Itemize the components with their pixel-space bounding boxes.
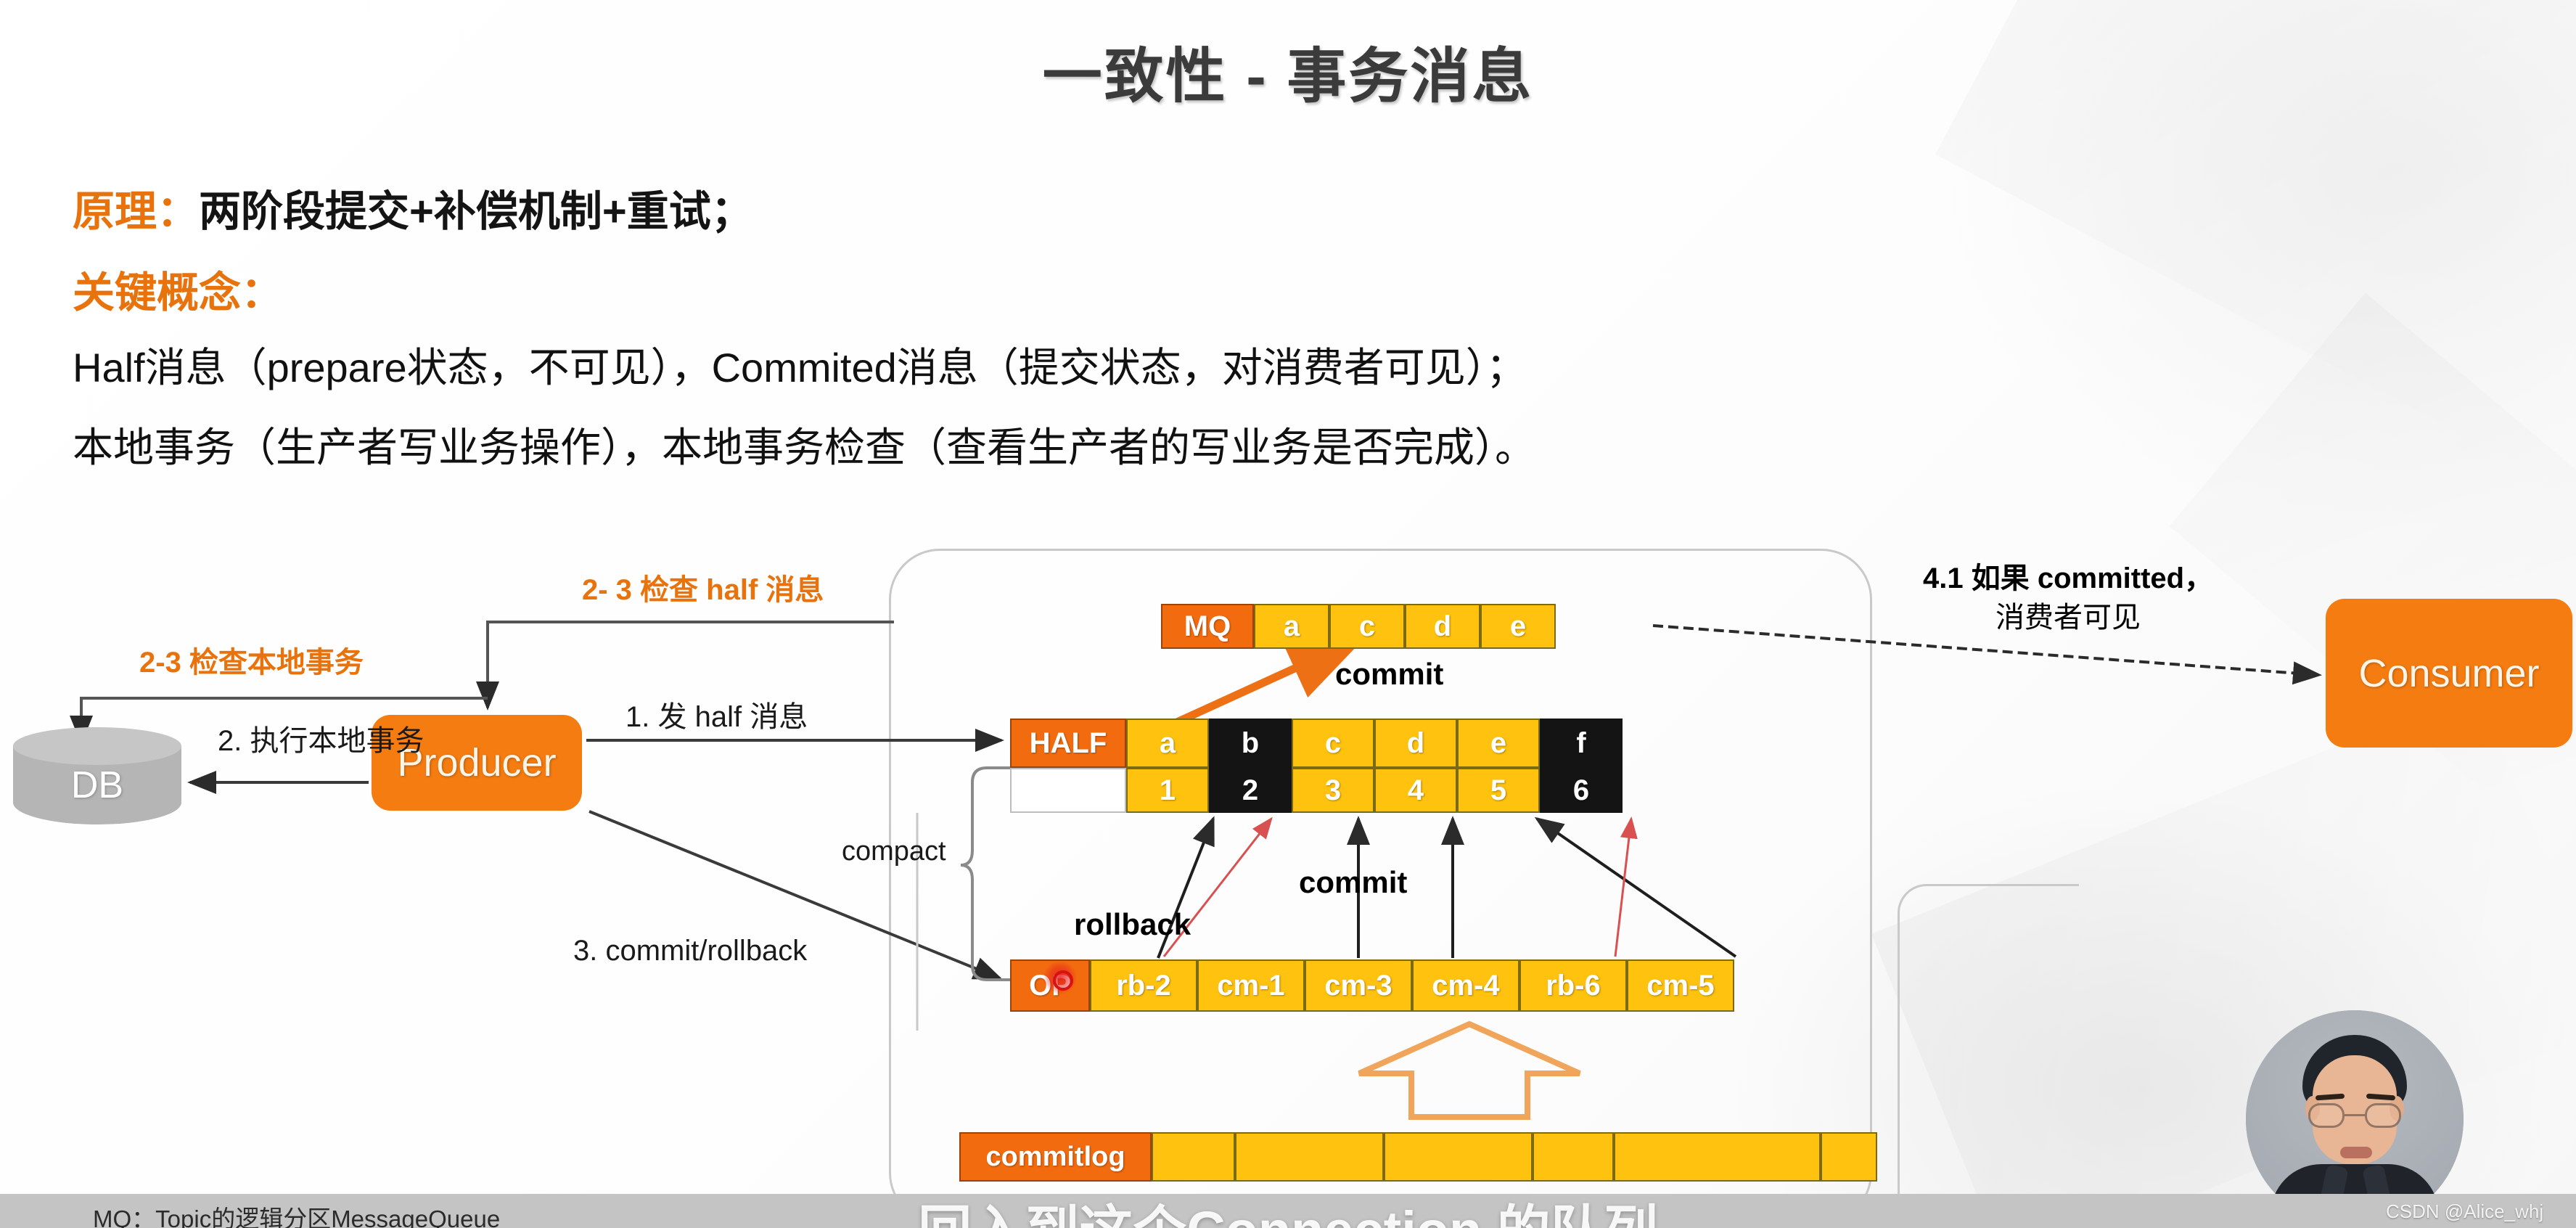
footer-note: MQ：Topic的逻辑分区MessageQueue bbox=[93, 1206, 501, 1228]
half-index-cell: 2 bbox=[1209, 768, 1292, 813]
database-node[interactable]: DB bbox=[13, 727, 181, 824]
op-cell[interactable]: rb-2 bbox=[1090, 959, 1197, 1012]
annotation-commit-rollback: 3. commit/rollback bbox=[573, 935, 808, 967]
commitlog-cell[interactable] bbox=[1533, 1132, 1614, 1182]
mq-cell[interactable]: d bbox=[1405, 604, 1480, 649]
half-cell[interactable]: d bbox=[1374, 719, 1457, 768]
op-cell[interactable]: cm-1 bbox=[1197, 959, 1305, 1012]
annotation-if-committed: 4.1 如果 committed， 消费者可见 bbox=[1923, 559, 2213, 637]
annotation-compact: compact bbox=[842, 836, 946, 867]
annotation-if-committed-line1: 4.1 如果 committed， bbox=[1923, 562, 2214, 594]
half-cell[interactable]: a bbox=[1126, 719, 1209, 768]
page-title: 一致性 - 事务消息 bbox=[1042, 44, 1534, 110]
annotation-check-local-transaction: 2-3 检查本地事务 bbox=[139, 647, 364, 679]
half-index-cell: 6 bbox=[1540, 768, 1623, 813]
op-cell[interactable]: cm-5 bbox=[1627, 959, 1734, 1012]
half-cell[interactable]: c bbox=[1292, 719, 1374, 768]
body-line-half-commited: Half消息（prepare状态，不可见），Commited消息（提交状态，对消… bbox=[73, 345, 1527, 390]
op-cell[interactable]: cm-4 bbox=[1412, 959, 1519, 1012]
half-index-spacer bbox=[1010, 768, 1126, 813]
body-line-local-tx: 本地事务（生产者写业务操作），本地事务检查（查看生产者的写业务是否完成）。 bbox=[73, 425, 1535, 470]
mq-bar-header: MQ bbox=[1161, 604, 1254, 649]
broker-boundary-box-secondary bbox=[1898, 884, 2079, 1225]
annotation-check-half-message: 2- 3 检查 half 消息 bbox=[582, 574, 824, 606]
commitlog-bar-header: commitlog bbox=[959, 1132, 1152, 1182]
glasses-icon bbox=[2308, 1103, 2401, 1128]
db-label: DB bbox=[70, 764, 124, 806]
half-index-cell: 4 bbox=[1374, 768, 1457, 813]
body-line-principle-text: 两阶段提交+补偿机制+重试； bbox=[199, 188, 753, 235]
body-line-principle: 原理：两阶段提交+补偿机制+重试； bbox=[73, 177, 753, 238]
mq-cell[interactable]: e bbox=[1480, 604, 1556, 649]
half-index-cell: 5 bbox=[1457, 768, 1540, 813]
consumer-node[interactable]: Consumer bbox=[2326, 599, 2572, 748]
watermark-label: CSDN @Alice_whj bbox=[2386, 1200, 2544, 1222]
mq-cell[interactable]: a bbox=[1254, 604, 1329, 649]
half-queue-bar: HALF a b c d e f 1 2 3 4 5 6 bbox=[1010, 719, 1623, 813]
half-cell[interactable]: b bbox=[1209, 719, 1292, 768]
op-queue-bar: OP rb-2 cm-1 cm-3 cm-4 rb-6 cm-5 bbox=[1010, 959, 1734, 1012]
mq-queue-bar: MQ a c d e bbox=[1161, 604, 1556, 649]
commitlog-cell[interactable] bbox=[1235, 1132, 1384, 1182]
half-cell[interactable]: f bbox=[1540, 719, 1623, 768]
half-bar-header: HALF bbox=[1010, 719, 1126, 768]
half-queue-labels-row: HALF a b c d e f bbox=[1010, 719, 1623, 768]
op-cell[interactable]: cm-3 bbox=[1305, 959, 1412, 1012]
annotation-commit-top: commit bbox=[1335, 657, 1444, 691]
half-cell[interactable]: e bbox=[1457, 719, 1540, 768]
half-index-cell: 1 bbox=[1126, 768, 1209, 813]
annotation-commit-middle: commit bbox=[1299, 865, 1408, 899]
annotation-execute-local-transaction: 2. 执行本地事务 bbox=[218, 725, 424, 757]
commitlog-up-arrow-icon bbox=[1358, 1020, 1581, 1120]
commitlog-cell[interactable] bbox=[1152, 1132, 1235, 1182]
op-cell[interactable]: rb-6 bbox=[1519, 959, 1627, 1012]
half-index-cell: 3 bbox=[1292, 768, 1374, 813]
commitlog-cell[interactable] bbox=[1821, 1132, 1877, 1182]
commitlog-cell[interactable] bbox=[1614, 1132, 1821, 1182]
mq-cell[interactable]: c bbox=[1329, 604, 1405, 649]
slide-canvas: 一致性 - 事务消息 原理：两阶段提交+补偿机制+重试； 关键概念： Half消… bbox=[0, 0, 2576, 1228]
annotation-send-half-message: 1. 发 half 消息 bbox=[625, 701, 808, 733]
annotation-if-committed-line2: 消费者可见 bbox=[1995, 602, 2141, 634]
db-cylinder-top bbox=[13, 727, 181, 765]
pip-mouth bbox=[2340, 1147, 2372, 1158]
annotation-rollback: rollback bbox=[1074, 907, 1191, 941]
body-line-key-concepts-label: 关键概念： bbox=[73, 269, 284, 316]
mouse-cursor-indicator bbox=[1043, 961, 1077, 994]
body-line-principle-label: 原理： bbox=[73, 188, 200, 235]
commitlog-bar: commitlog bbox=[959, 1132, 1877, 1182]
half-queue-index-row: 1 2 3 4 5 6 bbox=[1010, 768, 1623, 813]
commitlog-cell[interactable] bbox=[1384, 1132, 1533, 1182]
